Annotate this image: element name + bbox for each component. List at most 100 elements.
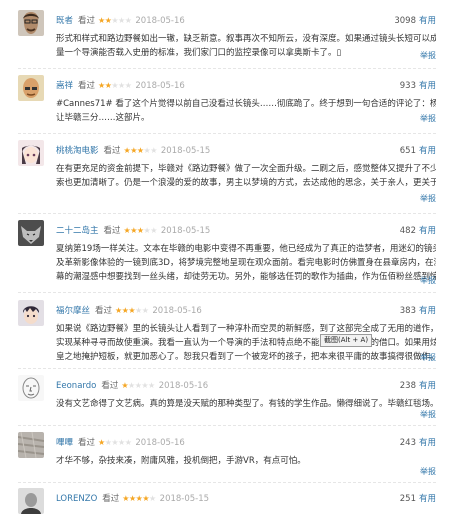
rating-stars: ★★★★★ [122, 494, 156, 503]
comment-line: 幕的潮湿感中想要找到一丝头绪，却徒劳无功。另外，能够选任罚的歌作为插曲，作为伍佰… [56, 272, 436, 282]
vote-number: 3098 [394, 16, 416, 26]
useful-button[interactable]: 有用 [419, 16, 436, 26]
comment-meta: Eeonardo 看过 ★★★★★ 2018-05-16 238 有用 [56, 379, 436, 393]
vote-number: 251 [399, 494, 416, 504]
comment-date: 2018-05-16 [135, 438, 185, 448]
star-icon: ★ [124, 438, 132, 447]
star-icon: ★ [124, 81, 132, 90]
comment-line: 才华不够，杂技来凑，附庸风雅，投机倒把，手游VR，有点可怕。 [56, 456, 306, 466]
report-link[interactable]: 举报 [420, 275, 436, 286]
divider [18, 133, 436, 134]
comment-date: 2018-05-15 [160, 146, 211, 156]
divider [18, 482, 436, 483]
vote-count: 251 有用 [400, 492, 436, 506]
watched-label: 看过 [102, 494, 120, 504]
report-link[interactable]: 举报 [420, 113, 436, 124]
username-link[interactable]: 二十二岛主 [56, 226, 99, 236]
watched-label: 看过 [78, 438, 96, 448]
comment-line: 在有更充足的资金前提下，毕赣对《路边野餐》做了一次全面升级。二刷之后，感觉整体又… [56, 164, 436, 174]
star-icon: ★ [148, 381, 155, 390]
comment-line: #Cannes71# 看了这个片觉得以前自己没看过长镜头……彻底跪了。终于想到一… [56, 99, 436, 109]
username-link[interactable]: 嗶嗶 [56, 438, 73, 448]
comment-line: 如果说《路边野餐》里的长镜头让人看到了一种淳朴而空灵的新鲜感，到了这部完全成了无… [56, 324, 436, 334]
star-icon: ★ [128, 494, 136, 503]
comment-text: 才华不够，杂技来凑，附庸风雅，投机倒把，手游VR，有点可怕。 [56, 454, 436, 468]
vote-number: 238 [399, 381, 416, 391]
username-link[interactable]: 既者 [56, 16, 73, 26]
useful-button[interactable]: 有用 [419, 146, 436, 156]
comment-meta: 既者 看过 ★★★★★ 2018-05-16 3098 有用 [56, 14, 436, 28]
avatar[interactable] [18, 300, 44, 326]
username-link[interactable]: Eeonardo [56, 381, 96, 391]
avatar[interactable] [18, 10, 44, 36]
watched-label: 看过 [101, 381, 119, 391]
watched-label: 看过 [103, 146, 121, 156]
watched-label: 看过 [78, 81, 96, 91]
avatar[interactable] [18, 220, 44, 246]
comment-text: #Cannes71# 看了这个片觉得以前自己没看过长镜头……彻底跪了。终于想到一… [56, 97, 436, 125]
avatar[interactable] [18, 375, 44, 401]
vote-number: 651 [399, 146, 416, 156]
comment-text: 没有文艺命得了文艺病。真的算是没天赋的那种类型了。有钱的学生作品。懒得细说了。毕… [56, 397, 436, 411]
divider [18, 292, 436, 293]
vote-count: 3098 有用 [394, 14, 436, 28]
rating-stars: ★★★★★ [121, 381, 155, 390]
report-link[interactable]: 举报 [420, 193, 436, 204]
useful-button[interactable]: 有用 [419, 306, 436, 316]
avatar[interactable] [18, 140, 44, 166]
useful-button[interactable]: 有用 [419, 81, 436, 91]
rating-stars: ★★★★★ [124, 146, 158, 155]
username-link[interactable]: 嵩祥 [56, 81, 73, 91]
star-icon: ★ [141, 306, 149, 315]
star-icon: ★ [130, 226, 137, 235]
star-icon: ★ [118, 16, 125, 25]
watched-label: 看过 [103, 226, 121, 236]
comment-line: 及革新影像体验的一镜到底3D，将梦境完整地呈现在观众面前。看完电影时仿佛置身在县… [56, 258, 436, 268]
star-icon: ★ [150, 226, 157, 235]
comment-text: 如果说《路边野餐》里的长镜头让人看到了一种淳朴而空灵的新鲜感，到了这部完全成了无… [56, 322, 436, 364]
divider [18, 368, 436, 369]
star-icon: ★ [128, 381, 135, 390]
star-icon: ★ [136, 146, 144, 155]
avatar[interactable] [18, 488, 44, 514]
comment-meta: 桃桃淘电影 看过 ★★★★★ 2018-05-15 651 有用 [56, 144, 436, 158]
star-icon: ★ [150, 146, 157, 155]
report-link[interactable]: 举报 [420, 50, 436, 61]
vote-number: 933 [399, 81, 416, 91]
watched-label: 看过 [95, 306, 113, 316]
report-link[interactable]: 举报 [420, 352, 436, 363]
rating-stars: ★★★★★ [98, 81, 132, 90]
username-link[interactable]: 桃桃淘电影 [56, 146, 99, 156]
comment-line: 让毕赣三分……这部片。 [56, 113, 150, 123]
divider [18, 425, 436, 426]
comment-date: 2018-05-16 [152, 306, 202, 316]
vote-count: 933 有用 [400, 79, 436, 93]
comment-list: 既者 看过 ★★★★★ 2018-05-16 3098 有用 形式和样式和路边野餐如出一辙，… [0, 0, 450, 514]
watched-label: 看过 [78, 16, 96, 26]
username-link[interactable]: 福尔摩丝 [56, 306, 90, 316]
avatar[interactable] [18, 432, 44, 458]
star-icon: ★ [118, 438, 125, 447]
report-link[interactable]: 举报 [420, 409, 436, 420]
report-link[interactable]: 举报 [420, 466, 436, 477]
comment-meta: LORENZO 看过 ★★★★★ 2018-05-15 251 有用 [56, 492, 436, 506]
rating-stars: ★★★★★ [98, 16, 132, 25]
comment-line: 夏纳第19场一样关注。文本在毕赣的电影中变得不再重要，他已经成为了真正的造梦者，… [56, 244, 436, 254]
star-icon: ★ [98, 16, 105, 25]
vote-number: 383 [399, 306, 416, 316]
comment-line: 没有文艺命得了文艺病。真的算是没天赋的那种类型了。有钱的学生作品。懒得细说了。毕… [56, 399, 436, 409]
useful-button[interactable]: 有用 [419, 494, 436, 504]
comment-text: 形式和样式和路边野餐如出一辙，缺乏新意。叙事再次不知所云，没有深度。如果通过镜头… [56, 32, 436, 60]
useful-button[interactable]: 有用 [419, 381, 436, 391]
comment-line: 实现某种寻寻而故使重演。我看一直认为一个导演的手法和特点绝不能成为掩盖叙事的借口… [56, 338, 436, 348]
rating-stars: ★★★★★ [98, 438, 132, 447]
comment-line: 索也更加清晰了。仍是一个浪漫的爱的故事，男主以梦境的方式，去达成他的思念，关于亲… [56, 178, 436, 188]
avatar[interactable] [18, 75, 44, 101]
username-link[interactable]: LORENZO [56, 494, 97, 504]
star-icon: ★ [98, 438, 105, 447]
useful-button[interactable]: 有用 [419, 438, 436, 448]
comment-text: 夏纳第19场一样关注。文本在毕赣的电影中变得不再重要，他已经成为了真正的造梦者，… [56, 242, 436, 284]
vote-count: 238 有用 [400, 379, 436, 393]
useful-button[interactable]: 有用 [419, 226, 436, 236]
comment-text: 在有更充足的资金前提下，毕赣对《路边野餐》做了一次全面升级。二刷之后，感觉整体又… [56, 162, 436, 190]
